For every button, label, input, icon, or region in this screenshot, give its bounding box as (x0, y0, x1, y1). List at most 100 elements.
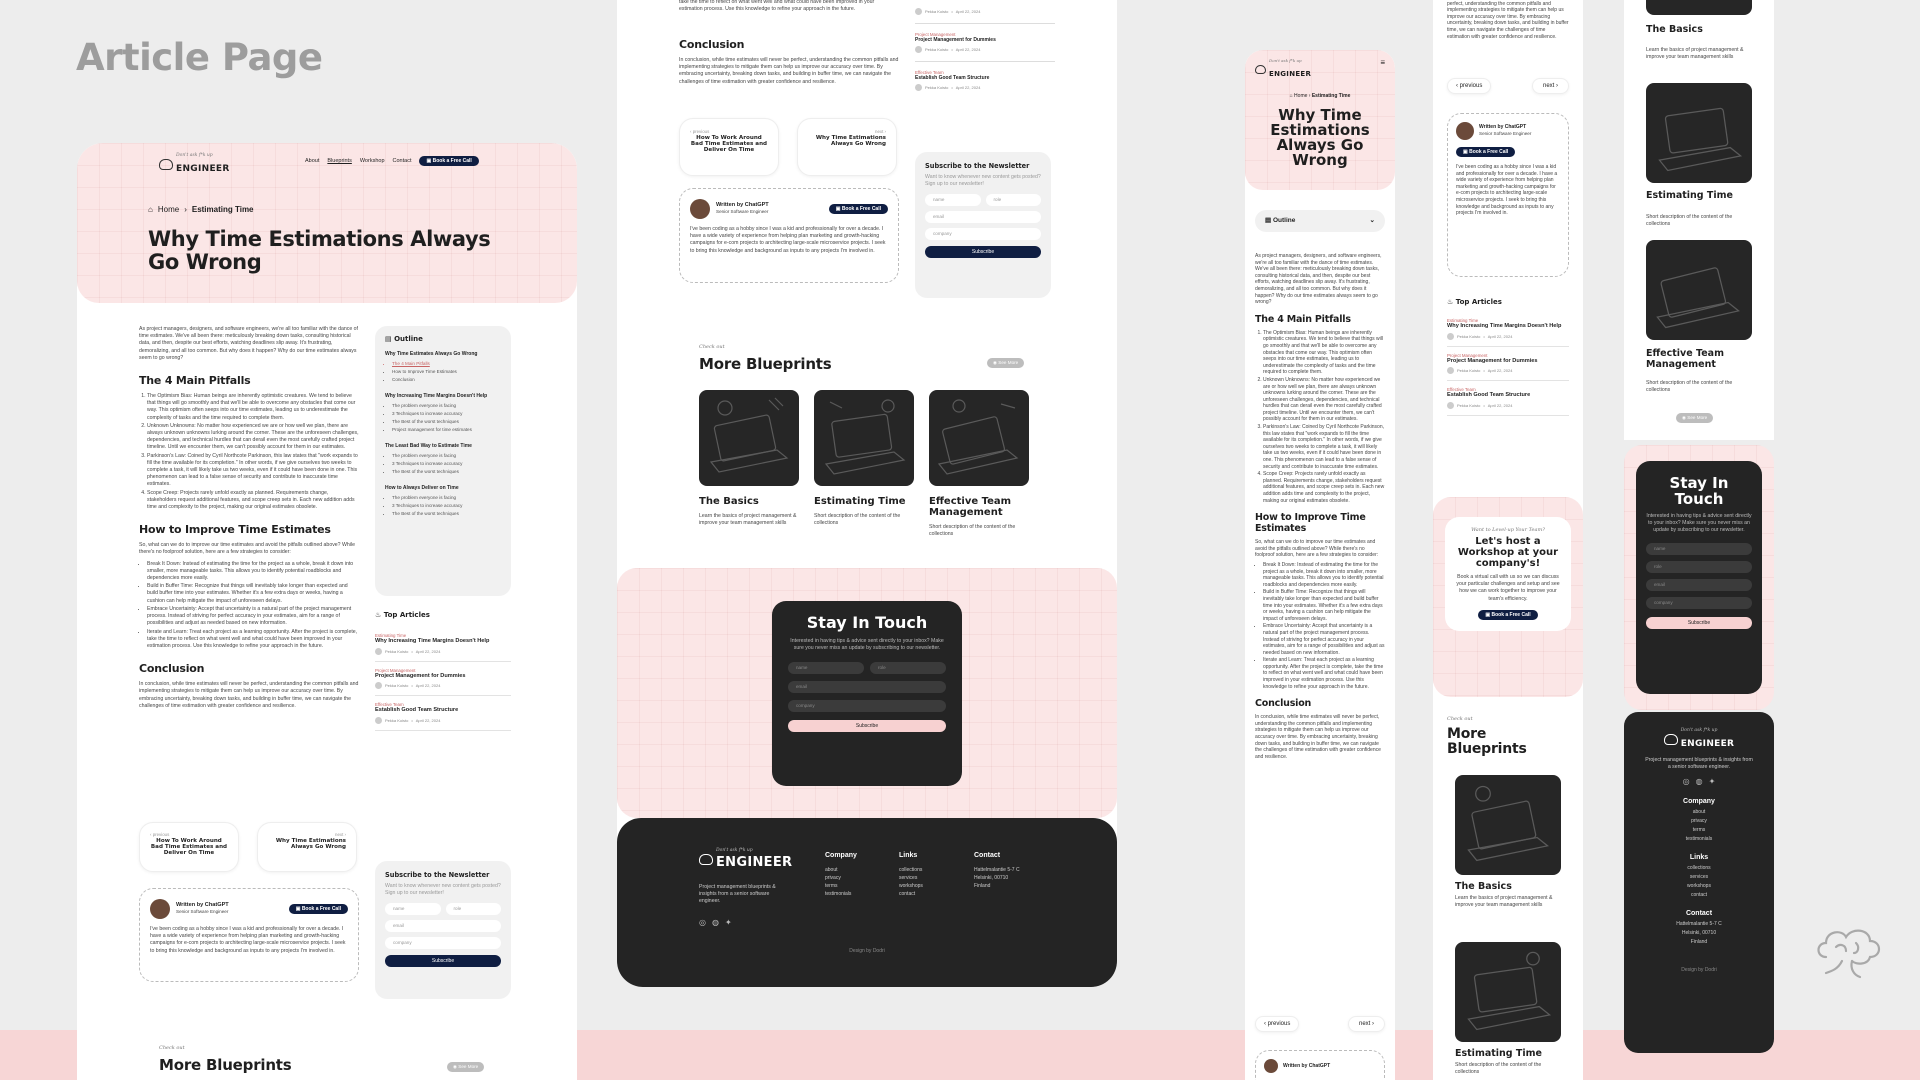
newsletter-company-input[interactable]: company (925, 228, 1041, 241)
outline-item[interactable]: 3 Techniques to increase accuracy (392, 410, 501, 417)
outline-item[interactable]: The Best of the worst techniques (392, 418, 501, 425)
blueprint-title[interactable]: Estimating Time (1646, 191, 1733, 201)
newsletter-submit-button[interactable]: Subscribe (385, 955, 501, 968)
outline-item[interactable]: Conclusion (392, 376, 501, 383)
newsletter-name-input[interactable]: name (925, 194, 981, 207)
nav-blueprints[interactable]: Blueprints (327, 158, 351, 164)
footer-link[interactable]: collections (1624, 865, 1774, 871)
footer-link[interactable]: about (825, 866, 857, 874)
stay-name-input[interactable]: name (1646, 542, 1752, 555)
outline-item[interactable]: The problem everyone is facing (392, 402, 501, 409)
newsletter-name-input[interactable]: name (385, 903, 441, 916)
top-article-title[interactable]: Project Management for Dummies (915, 37, 1055, 43)
blueprint-card[interactable]: Effective Team Management Short descript… (929, 390, 1029, 538)
workshop-cta-button[interactable]: ▣ Book a Free Call (1478, 609, 1538, 620)
outline-item[interactable]: The 4 Main Pitfalls (392, 360, 501, 367)
twitter-icon[interactable]: ✦ (725, 918, 732, 927)
stay-submit-button[interactable]: Subscribe (1646, 616, 1752, 629)
stay-company-input[interactable]: company (1646, 596, 1752, 609)
nav-cta-button[interactable]: ▣ Book a Free Call (419, 156, 479, 166)
footer-link[interactable]: services (1624, 874, 1774, 880)
top-article-title[interactable]: Why Increasing Time Margins Doesn't Help (1447, 323, 1569, 330)
footer-link[interactable]: workshops (899, 882, 923, 890)
hamburger-menu-icon[interactable]: ≡ (1380, 58, 1385, 67)
author-cta-button[interactable]: ▣ Book a Free Call (288, 904, 348, 914)
outline-dropdown[interactable]: ▤ Outline ⌄ (1255, 210, 1385, 232)
stay-role-input[interactable]: role (870, 662, 946, 675)
footer-link[interactable]: terms (825, 882, 857, 890)
footer-link[interactable]: contact (899, 890, 923, 898)
author-cta-button[interactable]: ▣ Book a Free Call (1456, 147, 1516, 157)
next-article-link[interactable]: next › Why Time Estimations Always Go Wr… (797, 118, 897, 176)
footer-link[interactable]: collections (899, 866, 923, 874)
outline-item[interactable]: The problem everyone is facing (392, 452, 501, 459)
outline-group-title[interactable]: How to Always Deliver on Time (385, 485, 501, 491)
twitter-icon[interactable]: ✦ (1709, 777, 1716, 786)
see-more-button[interactable]: ◉ See More (1676, 413, 1714, 423)
breadcrumb-home[interactable]: Home (1294, 93, 1307, 99)
author-cta-button[interactable]: ▣ Book a Free Call (828, 204, 888, 214)
footer-link[interactable]: terms (1624, 827, 1774, 833)
footer-link[interactable]: services (899, 874, 923, 882)
outline-item[interactable]: How to Improve Time Estimates (392, 368, 501, 375)
see-more-button[interactable]: ◉ See More (447, 1062, 485, 1072)
newsletter-company-input[interactable]: company (385, 937, 501, 950)
see-more-button[interactable]: ◉ See More (987, 358, 1025, 368)
top-article-title[interactable]: Project Management for Dummies (375, 673, 511, 680)
blueprint-card[interactable]: Estimating Time Short description of the… (1455, 942, 1561, 1076)
footer-link[interactable]: workshops (1624, 883, 1774, 889)
top-article-title[interactable]: Establish Good Team Structure (915, 75, 1055, 81)
outline-item[interactable]: The Best of the worst techniques (392, 510, 501, 517)
stay-company-input[interactable]: company (788, 700, 946, 713)
footer-link[interactable]: privacy (1624, 818, 1774, 824)
footer-logo[interactable]: Don't ask f*k up ENGINEER (1624, 728, 1774, 751)
previous-button[interactable]: ‹ previous (1255, 1016, 1300, 1032)
footer-link[interactable]: testimonials (1624, 836, 1774, 842)
stay-email-input[interactable]: email (1646, 578, 1752, 591)
outline-item[interactable]: The Best of the worst techniques (392, 468, 501, 475)
next-button[interactable]: next › (1347, 1016, 1385, 1032)
blueprint-title[interactable]: Effective Team Management (1646, 348, 1752, 370)
github-icon[interactable]: ◎ (699, 918, 706, 927)
top-article-title[interactable]: Establish Good Team Structure (1447, 392, 1569, 399)
nav-about[interactable]: About (305, 158, 319, 164)
nav-workshop[interactable]: Workshop (360, 158, 385, 164)
newsletter-email-input[interactable]: email (385, 920, 501, 933)
previous-button[interactable]: ‹ previous (1447, 78, 1492, 94)
top-article-item[interactable]: Project Management Project Management for… (1447, 347, 1569, 381)
footer-link[interactable]: about (1624, 809, 1774, 815)
outline-group-title[interactable]: The Least Bad Way to Estimate Time (385, 443, 501, 449)
outline-item[interactable]: 3 Techniques to increase accuracy (392, 502, 501, 509)
blueprint-title[interactable]: The Basics (1646, 25, 1703, 35)
previous-article-link[interactable]: ‹ previous How To Work Around Bad Time E… (679, 118, 779, 176)
newsletter-role-input[interactable]: role (445, 903, 501, 916)
whatsapp-icon[interactable]: ◍ (712, 918, 719, 927)
footer-link[interactable]: privacy (825, 874, 857, 882)
footer-link[interactable]: testimonials (825, 890, 857, 898)
top-article-item[interactable]: Effective Team Establish Good Team Struct… (1447, 381, 1569, 416)
footer-logo[interactable]: Don't ask f*k up ENGINEER (699, 848, 792, 871)
newsletter-submit-button[interactable]: Subscribe (925, 246, 1041, 259)
top-article-item[interactable]: Effective Team Establish Good Team Struct… (375, 696, 511, 731)
top-article-item[interactable]: Estimating Time Why Increasing Time Margi… (375, 627, 511, 662)
github-icon[interactable]: ◎ (1683, 777, 1690, 786)
stay-submit-button[interactable]: Subscribe (788, 720, 946, 733)
next-button[interactable]: next › (1531, 78, 1569, 94)
blueprint-card[interactable]: Estimating Time Short description of the… (814, 390, 914, 527)
stay-name-input[interactable]: name (788, 662, 864, 675)
outline-group-title[interactable]: Why Increasing Time Margins Doesn't Help (385, 393, 501, 399)
top-article-item[interactable]: Project Management Project Management for… (375, 662, 511, 696)
stay-role-input[interactable]: role (1646, 560, 1752, 573)
next-article-link[interactable]: next › Why Time Estimations Always Go Wr… (257, 822, 357, 872)
blueprint-card[interactable]: The Basics Learn the basics of project m… (1455, 775, 1561, 909)
outline-group-title[interactable]: Why Time Estimates Always Go Wrong (385, 351, 501, 357)
newsletter-email-input[interactable]: email (925, 211, 1041, 224)
whatsapp-icon[interactable]: ◍ (1696, 777, 1703, 786)
outline-item[interactable]: Project management for time estimates (392, 426, 501, 433)
blueprint-card[interactable]: The Basics Learn the basics of project m… (699, 390, 799, 527)
outline-item[interactable]: 3 Techniques to increase accuracy (392, 460, 501, 467)
brand-logo[interactable]: Don't ask f*k up ENGINEER (159, 153, 230, 176)
stay-email-input[interactable]: email (788, 681, 946, 694)
newsletter-role-input[interactable]: role (985, 194, 1041, 207)
nav-contact[interactable]: Contact (393, 158, 412, 164)
